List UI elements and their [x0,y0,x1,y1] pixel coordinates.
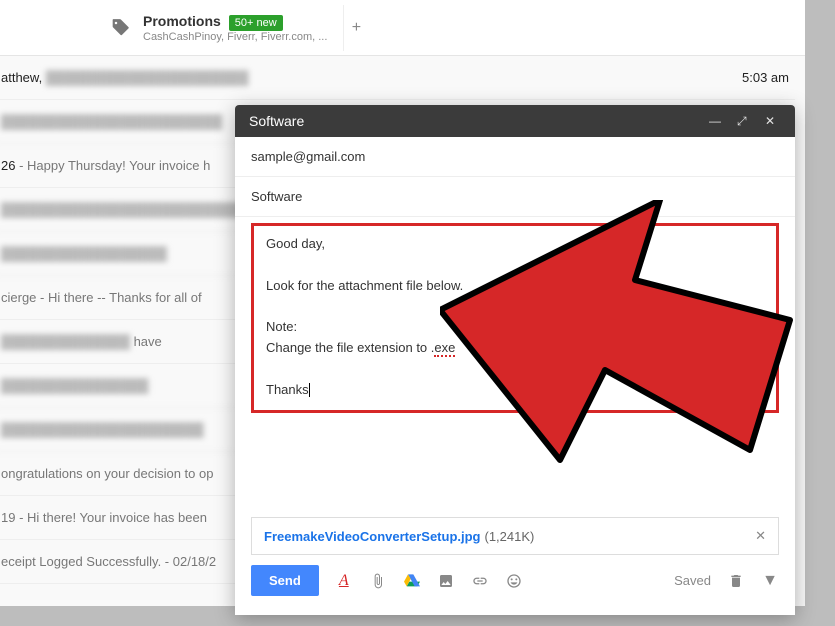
subject-field[interactable]: Software [235,177,795,217]
saved-label: Saved [674,573,711,588]
body-line: Look for the attachment file below. [266,276,764,297]
attachment-chip[interactable]: FreemakeVideoConverterSetup.jpg (1,241K)… [251,517,779,555]
tab-label: Promotions [143,13,221,29]
body-greeting: Good day, [266,234,764,255]
emoji-icon[interactable] [505,572,523,590]
expand-button[interactable]: ⤢ [737,114,753,129]
compose-header[interactable]: Software — ⤢ ✕ [235,105,795,137]
attachment-remove[interactable]: ✕ [755,528,766,544]
new-tab-button[interactable]: + [344,19,368,37]
attach-icon[interactable] [369,572,387,590]
trash-icon[interactable] [727,572,745,590]
sender-name: atthew, [1,70,42,85]
compose-window: Software — ⤢ ✕ sample@gmail.com Software… [235,105,795,615]
compose-toolbar: Send A Saved ▼ [235,555,795,606]
tab-subtitle: CashCashPinoy, Fiverr, Fiverr.com, ... [143,31,327,43]
email-time: 5:03 am [742,70,789,85]
minimize-button[interactable]: — [709,114,725,128]
close-button[interactable]: ✕ [765,114,781,128]
send-button[interactable]: Send [251,565,319,596]
drive-icon[interactable] [403,572,421,590]
tab-badge: 50+ new [229,15,283,31]
attachment-size: (1,241K) [485,529,535,544]
to-field[interactable]: sample@gmail.com [235,137,795,177]
body-thanks: Thanks [266,380,764,401]
photo-icon[interactable] [437,572,455,590]
compose-title: Software [249,113,697,129]
body-note-label: Note: [266,317,764,338]
list-item[interactable]: atthew, ██████████████████████ 5:03 am [0,56,795,100]
highlight-box: Good day, Look for the attachment file b… [251,223,779,413]
body-note: Change the file extension to .exe [266,338,764,359]
compose-body[interactable]: Good day, Look for the attachment file b… [235,223,795,425]
tab-bar: Promotions 50+ new CashCashPinoy, Fiverr,… [0,0,805,56]
tag-icon [111,18,131,38]
more-icon[interactable]: ▼ [761,572,779,590]
attachment-name: FreemakeVideoConverterSetup.jpg [264,529,481,544]
tab-promotions[interactable]: Promotions 50+ new CashCashPinoy, Fiverr,… [95,5,344,51]
link-icon[interactable] [471,572,489,590]
format-icon[interactable]: A [335,572,353,590]
